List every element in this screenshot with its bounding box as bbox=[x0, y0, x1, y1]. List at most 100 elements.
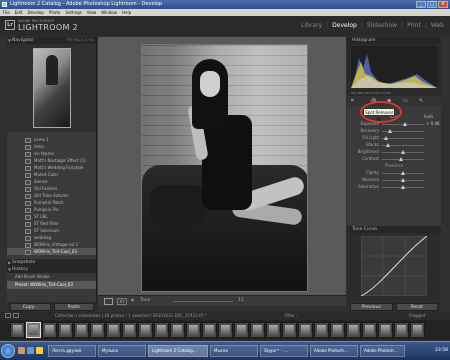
preset-item[interactable]: Pumpkin Patch bbox=[7, 199, 96, 206]
menu-help[interactable]: Help bbox=[122, 9, 131, 16]
toolbar-slider[interactable] bbox=[173, 301, 233, 302]
filmstrip-thumbnail-selected[interactable] bbox=[26, 322, 41, 338]
secondary-window-icon[interactable] bbox=[13, 313, 19, 318]
loupe-view-icon[interactable] bbox=[104, 298, 113, 305]
slider-row[interactable]: Vibrance bbox=[347, 177, 441, 184]
slider-row[interactable]: Blacks bbox=[347, 142, 441, 149]
main-photo[interactable] bbox=[141, 44, 308, 292]
filmstrip-thumbnail[interactable] bbox=[186, 322, 201, 338]
filmstrip-breadcrumb[interactable]: Collection / slideshows | 16 photos / 1 … bbox=[55, 312, 206, 320]
preset-item-selected[interactable]: WOW-le_Tint-Cool_03 bbox=[7, 248, 96, 255]
module-slideshow[interactable]: Slideshow bbox=[367, 22, 397, 29]
taskbar-item[interactable]: Музыка bbox=[98, 345, 146, 357]
quicklaunch-icon[interactable] bbox=[27, 347, 34, 354]
quicklaunch-icon[interactable] bbox=[36, 347, 43, 354]
history-item-selected[interactable]: Preset: WOW-le_Tint-Cool_03 bbox=[7, 281, 96, 289]
module-library[interactable]: Library bbox=[301, 22, 322, 29]
quicklaunch-icon[interactable] bbox=[18, 347, 25, 354]
navigator-header[interactable]: ▼ Navigator FIT FILL 1:1 3:1 bbox=[7, 37, 96, 44]
slider-row[interactable]: Fill Light bbox=[347, 135, 441, 142]
preset-item[interactable]: Matt's Nostalgic Effect (1) bbox=[7, 157, 96, 164]
menu-view[interactable]: View bbox=[87, 9, 97, 16]
crop-tool-icon[interactable]: ⌗ bbox=[351, 98, 354, 104]
filmstrip-thumbnail[interactable] bbox=[394, 322, 409, 338]
slider-knob[interactable] bbox=[401, 185, 405, 189]
slider-row[interactable]: Recovery bbox=[347, 128, 441, 135]
close-icon[interactable]: × bbox=[438, 1, 448, 8]
module-develop[interactable]: Develop bbox=[332, 22, 357, 29]
filmstrip-thumbnail[interactable] bbox=[74, 322, 89, 338]
slider-knob[interactable] bbox=[401, 171, 405, 175]
preset-item[interactable]: ST LBL bbox=[7, 213, 96, 220]
preset-item[interactable]: WOW-le_Vintage-col 1 bbox=[7, 241, 96, 248]
slider-track[interactable] bbox=[382, 159, 424, 160]
slider-knob[interactable] bbox=[386, 143, 391, 147]
filmstrip-thumbnail[interactable] bbox=[202, 322, 217, 338]
copy-button[interactable]: Copy... bbox=[10, 303, 51, 311]
preset-item[interactable]: Sienna bbox=[7, 178, 96, 185]
navigator-preview[interactable] bbox=[7, 44, 96, 132]
slider-row[interactable]: Saturation bbox=[347, 184, 441, 191]
menu-edit[interactable]: Edit bbox=[15, 9, 23, 16]
filmstrip-thumbnail[interactable] bbox=[234, 322, 249, 338]
preset-item[interactable]: ST Selenium bbox=[7, 227, 96, 234]
taskbar-item[interactable]: Adobe Photosh... bbox=[310, 345, 358, 357]
histogram-header[interactable]: Histogram bbox=[347, 37, 441, 44]
primary-window-icon[interactable] bbox=[5, 313, 11, 318]
slider-knob[interactable] bbox=[401, 178, 405, 182]
slider-knob[interactable] bbox=[384, 136, 389, 140]
module-print[interactable]: Print bbox=[407, 22, 421, 29]
slider-row[interactable]: Brightness bbox=[347, 149, 441, 156]
start-button[interactable] bbox=[1, 344, 15, 358]
taskbar-item[interactable]: Skype™ - ... bbox=[260, 345, 308, 357]
filmstrip-thumbnail[interactable] bbox=[154, 322, 169, 338]
slider-knob[interactable] bbox=[401, 150, 405, 154]
navigator-thumbnail[interactable] bbox=[33, 48, 71, 128]
filmstrip-thumbnail[interactable] bbox=[362, 322, 377, 338]
menu-window[interactable]: Window bbox=[101, 9, 117, 16]
slider-knob[interactable] bbox=[403, 122, 408, 126]
history-item[interactable]: Add Brush Stroke bbox=[7, 273, 96, 281]
slider-knob[interactable] bbox=[388, 129, 393, 133]
filmstrip-thumbnail[interactable] bbox=[378, 322, 393, 338]
preset-item[interactable]: ST Red Filter bbox=[7, 220, 96, 227]
paste-button[interactable]: Paste bbox=[53, 303, 94, 311]
filmstrip-thumbnail[interactable] bbox=[330, 322, 345, 338]
compare-view-button[interactable]: XY bbox=[117, 298, 127, 305]
menu-settings[interactable]: Settings bbox=[65, 9, 81, 16]
filmstrip-thumbnail[interactable] bbox=[298, 322, 313, 338]
preset-item[interactable]: Lomo 1 bbox=[7, 136, 96, 143]
photo-canvas[interactable] bbox=[98, 37, 346, 295]
histogram-view[interactable]: ISO 100 35mm f/4.0 1/125 bbox=[347, 44, 441, 96]
filmstrip-thumbnail[interactable] bbox=[218, 322, 233, 338]
minimize-icon[interactable]: _ bbox=[416, 1, 426, 8]
taskbar-item-active[interactable]: Lightroom 2 Catalog... bbox=[148, 345, 208, 357]
navigator-zoom-options[interactable]: FIT FILL 1:1 3:1 bbox=[67, 37, 94, 44]
taskbar-item[interactable]: Мысли bbox=[210, 345, 258, 357]
filmstrip-thumbnail[interactable] bbox=[58, 322, 73, 338]
slider-track[interactable] bbox=[382, 138, 424, 139]
preset-item[interactable]: sin tepmo bbox=[7, 150, 96, 157]
filmstrip-thumbnail[interactable] bbox=[266, 322, 281, 338]
filter-dropdown[interactable]: Flagged bbox=[409, 312, 425, 320]
menu-file[interactable]: File bbox=[3, 9, 10, 16]
menu-develop[interactable]: Develop bbox=[27, 9, 43, 16]
filmstrip-thumbnail[interactable] bbox=[170, 322, 185, 338]
reset-button[interactable]: Reset bbox=[395, 303, 438, 311]
slider-knob[interactable] bbox=[398, 157, 403, 161]
maximize-icon[interactable]: □ bbox=[427, 1, 437, 8]
play-arrows-icon[interactable]: ▾ bbox=[131, 297, 134, 304]
auto-tone-button[interactable]: Auto bbox=[424, 114, 433, 119]
taskbar-item[interactable]: Лента друзей bbox=[48, 345, 96, 357]
filmstrip-thumbnail[interactable] bbox=[10, 322, 25, 338]
previous-button[interactable]: Previous bbox=[350, 303, 393, 311]
filmstrip-thumbnail[interactable] bbox=[138, 322, 153, 338]
adjustment-brush-icon[interactable]: ✎ bbox=[419, 98, 423, 104]
menu-photo[interactable]: Photo bbox=[49, 9, 60, 16]
tone-curve-graph[interactable] bbox=[361, 236, 427, 296]
filmstrip-thumbnail[interactable] bbox=[282, 322, 297, 338]
filmstrip-thumbnail[interactable] bbox=[122, 322, 137, 338]
slider-row[interactable]: Exposure + 0.46 bbox=[347, 121, 441, 128]
filmstrip-thumbnail[interactable] bbox=[346, 322, 361, 338]
filmstrip-thumbnail[interactable] bbox=[314, 322, 329, 338]
